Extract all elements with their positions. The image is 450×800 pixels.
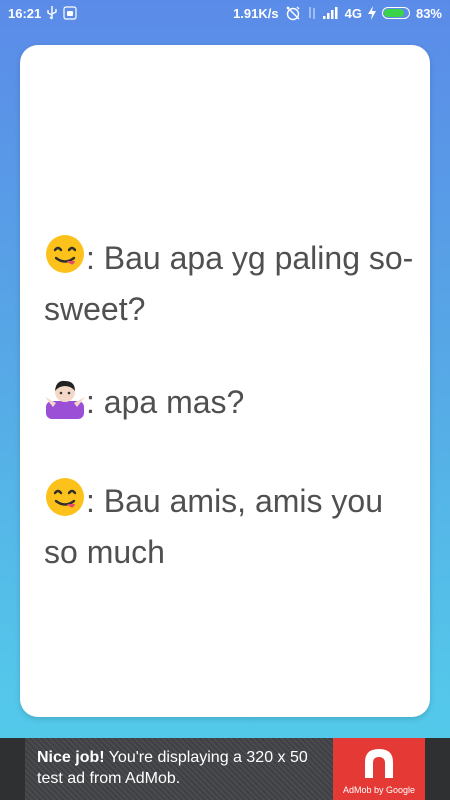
signal-icon (322, 7, 339, 19)
battery-icon (381, 7, 410, 19)
status-bar-right: 1.91K/s 4G 83% (233, 5, 442, 21)
admob-logo-icon (361, 746, 397, 785)
battery-level (383, 9, 404, 17)
dialogue-line: : Bau amis, amis you so much (44, 476, 414, 575)
data-transfer-icon (307, 6, 317, 20)
dialogue-line-text: : apa mas? (86, 384, 245, 420)
alarm-off-icon (285, 5, 301, 21)
battery-percent: 83% (415, 5, 442, 21)
joke-card: : Bau apa yg paling so-sweet? : apa mas? (20, 45, 430, 717)
ad-message[interactable]: Nice job! You're displaying a 320 x 50 t… (37, 747, 337, 789)
android-debug-icon (63, 6, 77, 20)
dialogue-line: : apa mas? (44, 377, 414, 431)
network-speed: 1.91K/s (233, 5, 279, 21)
usb-icon (47, 6, 57, 20)
joke-text: : Bau apa yg paling so-sweet? : apa mas? (44, 233, 414, 575)
network-type: 4G (344, 5, 362, 21)
face-savoring-food-icon (44, 476, 86, 530)
admob-caption: AdMob by Google (342, 785, 416, 795)
admob-badge[interactable]: AdMob by Google (333, 738, 425, 800)
ad-banner[interactable]: Nice job! You're displaying a 320 x 50 t… (0, 738, 450, 800)
ad-headline: Nice job! (37, 749, 105, 766)
charging-icon (367, 6, 376, 20)
dialogue-line-text: : Bau amis, amis you so much (44, 483, 383, 570)
dialogue-line: : Bau apa yg paling so-sweet? (44, 233, 414, 332)
test-ad[interactable]: Nice job! You're displaying a 320 x 50 t… (25, 738, 425, 800)
status-bar: 16:21 1.91K/s 4G 83% (0, 0, 450, 26)
dialogue-line-text: : Bau apa yg paling so-sweet? (44, 240, 414, 327)
person-shrugging-icon (44, 377, 86, 431)
status-bar-left: 16:21 (8, 6, 77, 21)
face-savoring-food-icon (44, 233, 86, 287)
clock: 16:21 (8, 5, 42, 21)
